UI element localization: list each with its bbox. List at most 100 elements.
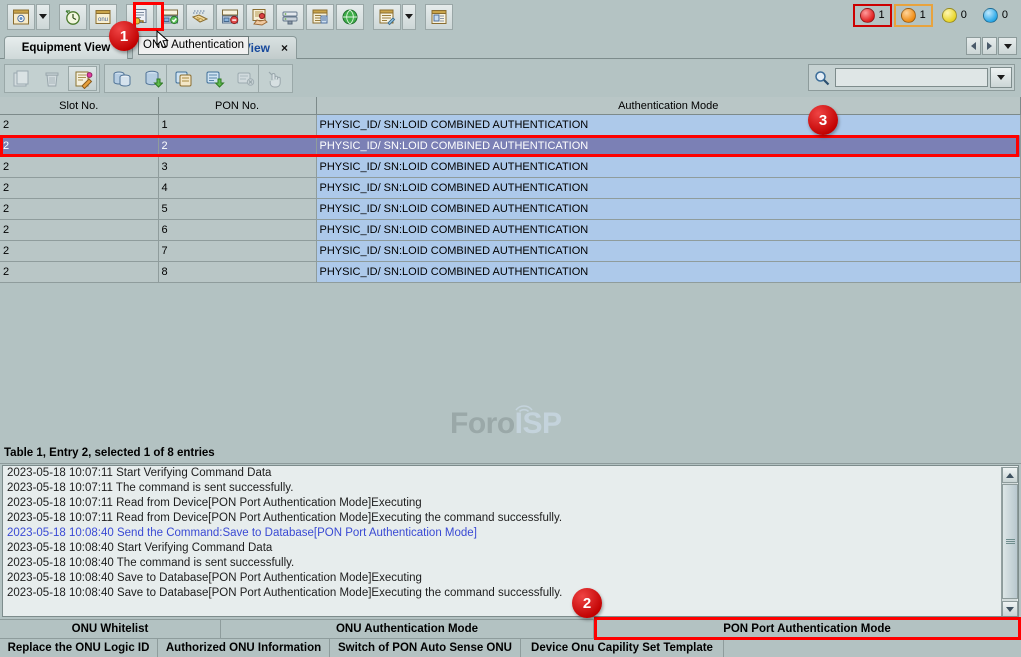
table-row[interactable]: 2 7 PHYSIC_ID/ SN:LOID COMBINED AUTHENTI…	[0, 241, 1021, 262]
read-from-device-icon[interactable]	[107, 66, 136, 91]
tab-equipment-view-label: Equipment View	[22, 42, 111, 54]
table-row[interactable]: 2 8 PHYSIC_ID/ SN:LOID COMBINED AUTHENTI…	[0, 262, 1021, 283]
mouse-cursor-icon	[156, 30, 170, 53]
chevron-right-icon	[987, 42, 992, 50]
step-badge-3: 3	[808, 105, 838, 135]
toolbar-group-document	[372, 4, 417, 30]
device-panel-dropdown[interactable]	[36, 4, 50, 30]
table-row[interactable]: 2 5 PHYSIC_ID/ SN:LOID COMBINED AUTHENTI…	[0, 199, 1021, 220]
step-badge-1: 1	[109, 21, 139, 51]
bottom-tab-authorized-onu-information-label: Authorized ONU Information	[166, 642, 321, 654]
bottom-tab-onu-authentication-mode[interactable]: ONU Authentication Mode	[221, 619, 594, 638]
bottom-tab-replace-onu-logic-id-label: Replace the ONU Logic ID	[8, 642, 150, 654]
cell-pon-no: 7	[158, 241, 316, 262]
log-line-link[interactable]: 2023-05-18 10:08:40 Send the Command:Sav…	[3, 526, 1018, 541]
cell-slot-no: 2	[0, 178, 158, 199]
log-line: 2023-05-18 10:08:40 The command is sent …	[3, 556, 1018, 571]
bottom-tab-switch-pon-auto-sense-onu[interactable]: Switch of PON Auto Sense ONU	[330, 638, 521, 657]
bottom-tabs-primary: ONU Whitelist ONU Authentication Mode PO…	[0, 619, 1021, 638]
pon-auth-table: Slot No. PON No. Authentication Mode 2 1…	[0, 97, 1021, 283]
toolbar2-group-trigger	[258, 64, 293, 93]
bottom-tab-replace-onu-logic-id[interactable]: Replace the ONU Logic ID	[0, 638, 158, 657]
toolbar2-group-database	[104, 64, 171, 93]
authentication-add-icon[interactable]	[156, 4, 184, 30]
chevron-down-icon-5	[1006, 607, 1014, 612]
cell-pon-no: 6	[158, 220, 316, 241]
apply-config-icon[interactable]	[200, 66, 229, 91]
bottom-tab-onu-whitelist[interactable]: ONU Whitelist	[0, 619, 221, 638]
search-input[interactable]	[835, 68, 988, 87]
tab-list-button[interactable]	[998, 37, 1017, 55]
document-edit-dropdown[interactable]	[402, 4, 416, 30]
log-line: 2023-05-18 10:08:40 Save to Database[PON…	[3, 571, 1018, 586]
cell-auth-mode: PHYSIC_ID/ SN:LOID COMBINED AUTHENTICATI…	[316, 241, 1021, 262]
toolbar-group-device	[6, 4, 51, 30]
bottom-tab-device-onu-capility-set-template-label: Device Onu Capility Set Template	[531, 642, 713, 654]
document-edit-icon[interactable]	[373, 4, 401, 30]
clear-config-icon[interactable]	[231, 66, 260, 91]
scroll-down-button[interactable]	[1002, 601, 1018, 617]
cell-pon-no: 1	[158, 115, 316, 136]
globe-icon[interactable]	[336, 4, 364, 30]
bottom-tab-authorized-onu-information[interactable]: Authorized ONU Information	[158, 638, 330, 657]
table-row[interactable]: 2 3 PHYSIC_ID/ SN:LOID COMBINED AUTHENTI…	[0, 157, 1021, 178]
timer-icon[interactable]	[59, 4, 87, 30]
new-icon[interactable]	[7, 66, 36, 91]
authorize-hand-icon[interactable]	[246, 4, 274, 30]
watermark-text-foro: Foro	[450, 407, 515, 440]
window-layout-icon[interactable]	[425, 4, 453, 30]
warning-alarm-icon	[983, 8, 998, 23]
cell-pon-no: 4	[158, 178, 316, 199]
database-config-icon[interactable]	[306, 4, 334, 30]
table-status-text: Table 1, Entry 2, selected 1 of 8 entrie…	[0, 444, 1021, 464]
pon-auth-table-area: Slot No. PON No. Authentication Mode 2 1…	[0, 97, 1021, 442]
search-icon[interactable]	[809, 65, 835, 90]
column-header-slot-no[interactable]: Slot No.	[0, 97, 158, 115]
bottom-tab-onu-whitelist-label: ONU Whitelist	[72, 623, 149, 635]
cell-slot-no: 2	[0, 199, 158, 220]
cell-slot-no: 2	[0, 115, 158, 136]
close-icon[interactable]: ×	[281, 41, 288, 55]
table-toolbar	[0, 60, 1021, 97]
log-line: 2023-05-18 10:08:40 Save to Database[PON…	[3, 586, 1018, 601]
search-dropdown-button[interactable]	[990, 67, 1012, 88]
manual-trigger-icon[interactable]	[261, 66, 290, 91]
minor-alarm-indicator[interactable]: 0	[935, 4, 974, 27]
cell-auth-mode: PHYSIC_ID/ SN:LOID COMBINED AUTHENTICATI…	[316, 178, 1021, 199]
column-header-auth-mode[interactable]: Authentication Mode	[316, 97, 1021, 115]
bottom-tab-pon-port-authentication-mode[interactable]: PON Port Authentication Mode	[594, 619, 1021, 638]
cell-slot-no: 2	[0, 241, 158, 262]
bottom-tab-onu-authentication-mode-label: ONU Authentication Mode	[336, 623, 478, 635]
main-toolbar: onu	[0, 0, 1021, 33]
device-panel-icon[interactable]	[7, 4, 35, 30]
cell-auth-mode: PHYSIC_ID/ SN:LOID COMBINED AUTHENTICATI…	[316, 262, 1021, 283]
edit-pencil-icon[interactable]	[68, 66, 97, 91]
save-to-database-icon[interactable]	[138, 66, 167, 91]
tab-scroll-right-button[interactable]	[982, 37, 997, 55]
scroll-up-button[interactable]	[1002, 467, 1018, 483]
bottom-tab-device-onu-capility-set-template[interactable]: Device Onu Capility Set Template	[521, 638, 724, 657]
watermark-antenna-icon	[513, 399, 535, 413]
major-alarm-indicator[interactable]: 1	[894, 4, 933, 27]
server-stack-icon[interactable]	[276, 4, 304, 30]
broadcast-icon[interactable]	[186, 4, 214, 30]
table-row-selected[interactable]: 2 2 PHYSIC_ID/ SN:LOID COMBINED AUTHENTI…	[0, 136, 1021, 157]
log-vertical-scrollbar[interactable]	[1001, 467, 1017, 617]
copy-config-icon[interactable]	[169, 66, 198, 91]
tab-scroll-left-button[interactable]	[966, 37, 981, 55]
cell-slot-no: 2	[0, 157, 158, 178]
table-row[interactable]: 2 4 PHYSIC_ID/ SN:LOID COMBINED AUTHENTI…	[0, 178, 1021, 199]
bottom-tabs-secondary: Replace the ONU Logic ID Authorized ONU …	[0, 638, 1021, 657]
warning-alarm-indicator[interactable]: 0	[976, 4, 1015, 27]
chevron-down-icon-3	[1004, 44, 1012, 49]
authentication-remove-icon[interactable]	[216, 4, 244, 30]
delete-trash-icon[interactable]	[38, 66, 67, 91]
bottom-tab-pon-port-authentication-mode-label: PON Port Authentication Mode	[723, 623, 891, 635]
critical-alarm-indicator[interactable]: 1	[853, 4, 892, 27]
table-row[interactable]: 2 6 PHYSIC_ID/ SN:LOID COMBINED AUTHENTI…	[0, 220, 1021, 241]
alarm-counters: 1 1 0 0	[851, 2, 1016, 28]
table-row[interactable]: 2 1 PHYSIC_ID/ SN:LOID COMBINED AUTHENTI…	[0, 115, 1021, 136]
column-header-pon-no[interactable]: PON No.	[158, 97, 316, 115]
table-body: 2 1 PHYSIC_ID/ SN:LOID COMBINED AUTHENTI…	[0, 115, 1021, 283]
scrollbar-thumb[interactable]	[1002, 484, 1018, 599]
